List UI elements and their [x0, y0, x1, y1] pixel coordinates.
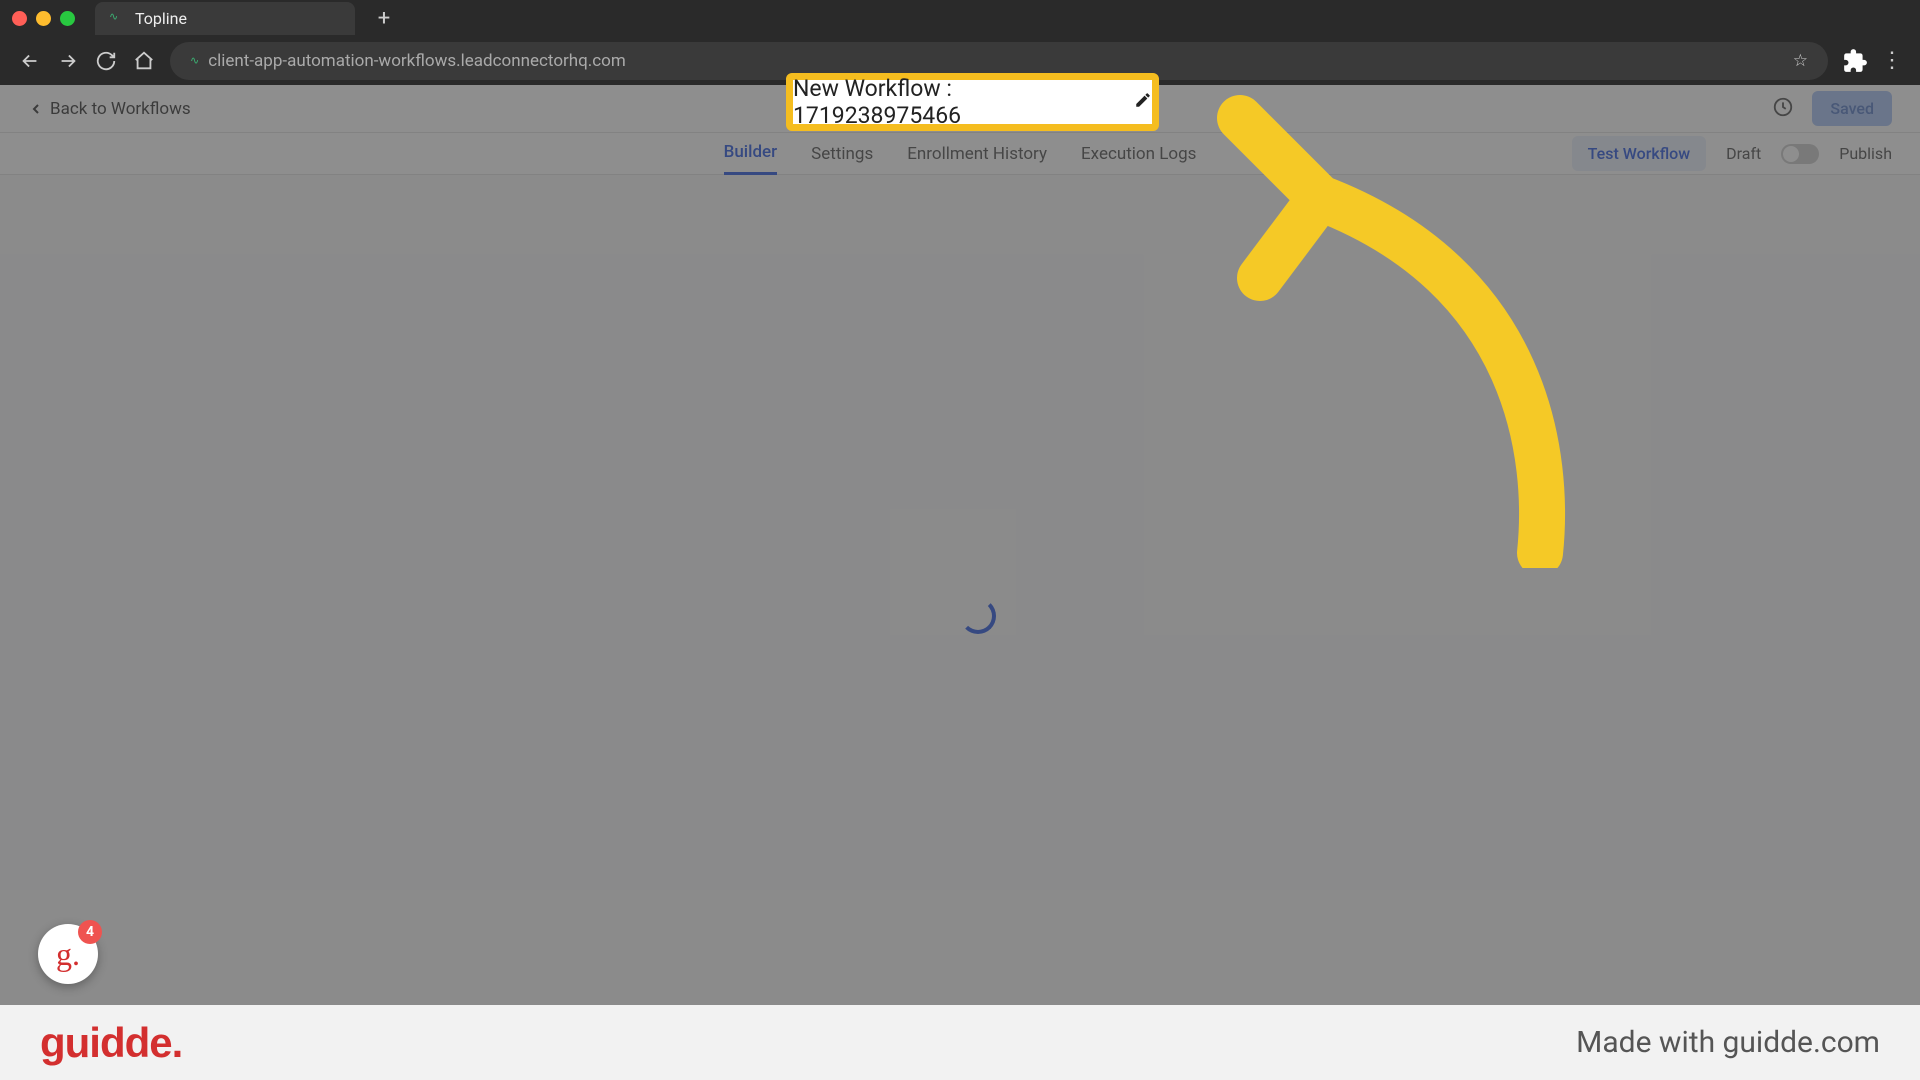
footer: guidde. Made with guidde.com: [0, 1005, 1920, 1080]
app-content: Back to Workflows Saved Builder Settings…: [0, 85, 1920, 1005]
test-workflow-button[interactable]: Test Workflow: [1572, 136, 1706, 171]
tab-settings[interactable]: Settings: [811, 134, 873, 174]
tab-favicon-icon: ∿: [109, 10, 125, 26]
browser-tab-active[interactable]: ∿ Topline: [95, 2, 355, 35]
publish-toggle[interactable]: [1781, 144, 1819, 164]
reload-icon[interactable]: [94, 49, 118, 73]
extensions-icon[interactable]: [1842, 48, 1868, 74]
window-controls: [12, 11, 75, 26]
forward-icon[interactable]: [56, 49, 80, 73]
tab-enrollment-history[interactable]: Enrollment History: [907, 134, 1047, 174]
tab-builder[interactable]: Builder: [724, 132, 778, 175]
workflow-canvas: [0, 175, 1920, 1005]
history-icon[interactable]: [1772, 96, 1794, 122]
back-to-workflows-link[interactable]: Back to Workflows: [28, 99, 191, 119]
home-icon[interactable]: [132, 49, 156, 73]
annotation-arrow-icon: [1170, 78, 1570, 572]
browser-tab-bar: ∿ Topline +: [0, 0, 1920, 36]
saved-button[interactable]: Saved: [1812, 91, 1892, 126]
app-area: Back to Workflows Saved Builder Settings…: [0, 85, 1920, 1005]
workflow-title-highlight[interactable]: New Workflow : 1719238975466: [786, 73, 1159, 131]
publish-label: Publish: [1839, 144, 1892, 163]
workflow-title: New Workflow : 1719238975466: [793, 75, 1120, 129]
tab-title: Topline: [135, 9, 187, 28]
tab-right-controls: Test Workflow Draft Publish: [1572, 136, 1892, 171]
back-link-label: Back to Workflows: [50, 99, 191, 119]
help-logo-icon: g.: [56, 936, 80, 973]
maximize-window-icon[interactable]: [60, 11, 75, 26]
loading-spinner-icon: [960, 598, 996, 634]
header-actions: Saved: [1772, 91, 1892, 126]
bookmark-star-icon[interactable]: ☆: [1793, 51, 1808, 71]
close-window-icon[interactable]: [12, 11, 27, 26]
draft-label: Draft: [1726, 144, 1761, 163]
browser-menu-icon[interactable]: ⋮: [1882, 48, 1902, 73]
edit-title-icon[interactable]: [1134, 91, 1152, 113]
minimize-window-icon[interactable]: [36, 11, 51, 26]
chevron-left-icon: [28, 101, 44, 117]
help-widget[interactable]: g. 4: [38, 924, 98, 984]
url-favicon-icon: ∿: [190, 54, 198, 67]
made-with-label: Made with guidde.com: [1576, 1025, 1880, 1060]
app-tabs: Builder Settings Enrollment History Exec…: [0, 133, 1920, 175]
url-text: client-app-automation-workflows.leadconn…: [208, 51, 626, 71]
new-tab-button[interactable]: +: [369, 3, 399, 33]
back-icon[interactable]: [18, 49, 42, 73]
help-badge-count: 4: [78, 920, 102, 944]
guidde-logo: guidde.: [40, 1019, 182, 1067]
